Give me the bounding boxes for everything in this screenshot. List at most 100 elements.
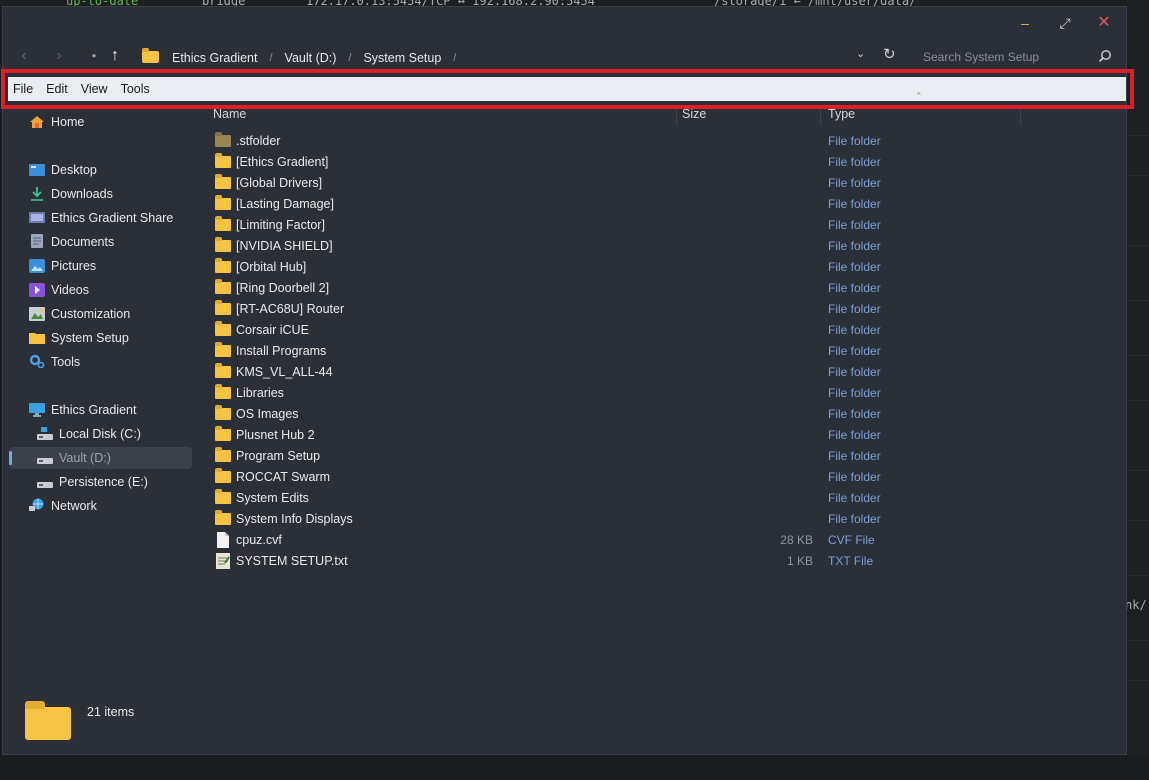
file-row[interactable]: [RT-AC68U] Router File folder: [208, 299, 1008, 320]
menu-view[interactable]: View: [76, 82, 113, 96]
folder-icon: [215, 195, 231, 210]
menu-tools[interactable]: Tools: [116, 82, 155, 96]
file-row[interactable]: .stfolder File folder: [208, 131, 1008, 152]
folder-icon: [215, 321, 231, 336]
drive-icon: [37, 458, 53, 464]
sidebar-item-videos[interactable]: Videos: [9, 279, 192, 301]
navigation-pane: Home Desktop Downloads Ethics Gradient S…: [3, 111, 199, 611]
sidebar-item-label: Documents: [51, 235, 115, 249]
sidebar-item-tools[interactable]: Tools: [9, 351, 192, 373]
recent-locations-button[interactable]: ●: [83, 45, 105, 67]
folder-icon: [142, 48, 159, 63]
folder-icon: [215, 216, 231, 231]
file-explorer-window: – ⤢ ✕ ‹ › ● ↑ Ethics Gradient / Vault (D…: [2, 6, 1127, 755]
file-type: File folder: [828, 218, 881, 232]
file-row[interactable]: [Ring Doorbell 2] File folder: [208, 278, 1008, 299]
file-row[interactable]: [Limiting Factor] File folder: [208, 215, 1008, 236]
breadcrumb: Ethics Gradient / Vault (D:) / System Se…: [168, 49, 464, 67]
maximize-button[interactable]: ⤢: [1055, 13, 1075, 33]
menu-file[interactable]: File: [8, 82, 38, 96]
sidebar-item-home[interactable]: Home: [9, 111, 192, 133]
file-row[interactable]: System Edits File folder: [208, 488, 1008, 509]
file-row[interactable]: Plusnet Hub 2 File folder: [208, 425, 1008, 446]
title-bar[interactable]: – ⤢ ✕: [3, 7, 1126, 39]
file-type: File folder: [828, 134, 881, 148]
file-type: File folder: [828, 512, 881, 526]
sidebar-item-this-pc[interactable]: Ethics Gradient: [9, 399, 192, 421]
computer-icon: [29, 403, 45, 417]
file-row[interactable]: ROCCAT Swarm File folder: [208, 467, 1008, 488]
gear-icon: [29, 354, 45, 368]
folder-icon: [215, 258, 231, 273]
file-row[interactable]: OS Images File folder: [208, 404, 1008, 425]
sidebar-item-network[interactable]: Network: [9, 495, 192, 517]
sidebar-item-persistence-e[interactable]: Persistence (E:): [9, 471, 192, 493]
desktop-icon: [29, 164, 45, 176]
file-type: File folder: [828, 386, 881, 400]
network-share-icon: [29, 212, 45, 223]
file-row[interactable]: [NVIDIA SHIELD] File folder: [208, 236, 1008, 257]
search-box: [917, 47, 1113, 67]
folder-icon: [215, 468, 231, 483]
address-history-dropdown[interactable]: ⌄: [856, 47, 865, 60]
minimize-button[interactable]: –: [1015, 13, 1035, 33]
sidebar-item-desktop[interactable]: Desktop: [9, 159, 192, 181]
breadcrumb-vault[interactable]: Vault (D:): [281, 51, 341, 65]
file-row[interactable]: [Ethics Gradient] File folder: [208, 152, 1008, 173]
file-name: SYSTEM SETUP.txt: [236, 554, 348, 568]
file-name: Install Programs: [236, 344, 327, 358]
file-type: File folder: [828, 302, 881, 316]
file-row[interactable]: cpuz.cvf 28 KB CVF File: [208, 530, 1008, 551]
folder-icon: [215, 237, 231, 252]
up-button[interactable]: ↑: [104, 45, 126, 67]
customization-icon: [29, 307, 45, 321]
column-header-name[interactable]: Name: [213, 107, 246, 121]
column-header-size[interactable]: Size: [682, 107, 706, 121]
sidebar-item-label: Pictures: [51, 259, 97, 273]
forward-button[interactable]: ›: [48, 45, 70, 67]
column-header-type[interactable]: Type: [828, 107, 855, 121]
breadcrumb-system-setup[interactable]: System Setup: [359, 51, 445, 65]
sidebar-item-vault-d[interactable]: Vault (D:): [9, 447, 192, 469]
sidebar-item-pictures[interactable]: Pictures: [9, 255, 192, 277]
file-row[interactable]: [Lasting Damage] File folder: [208, 194, 1008, 215]
back-button[interactable]: ‹: [13, 45, 35, 67]
search-icon[interactable]: [1098, 49, 1112, 63]
close-button[interactable]: ✕: [1094, 13, 1114, 33]
refresh-button[interactable]: ↻: [883, 45, 896, 63]
folder-icon: [215, 363, 231, 378]
breadcrumb-separator: /: [348, 52, 352, 64]
file-row[interactable]: [Global Drivers] File folder: [208, 173, 1008, 194]
sidebar-item-ethics-gradient-share[interactable]: Ethics Gradient Share: [9, 207, 192, 229]
file-type: File folder: [828, 470, 881, 484]
file-type: File folder: [828, 176, 881, 190]
file-row[interactable]: Libraries File folder: [208, 383, 1008, 404]
sidebar-item-local-disk-c[interactable]: Local Disk (C:): [9, 423, 192, 445]
folder-icon: [215, 447, 231, 462]
file-row[interactable]: [Orbital Hub] File folder: [208, 257, 1008, 278]
sidebar-item-system-setup[interactable]: System Setup: [9, 327, 192, 349]
drive-icon: [37, 427, 53, 440]
file-row[interactable]: Program Setup File folder: [208, 446, 1008, 467]
sidebar-item-label: Persistence (E:): [59, 475, 148, 489]
file-row[interactable]: System Info Displays File folder: [208, 509, 1008, 530]
collapse-caret-icon[interactable]: ⌃: [915, 91, 923, 102]
file-row[interactable]: Corsair iCUE File folder: [208, 320, 1008, 341]
file-row[interactable]: SYSTEM SETUP.txt 1 KB TXT File: [208, 551, 1008, 572]
file-row[interactable]: KMS_VL_ALL-44 File folder: [208, 362, 1008, 383]
file-name: [Lasting Damage]: [236, 197, 334, 211]
sidebar-item-customization[interactable]: Customization: [9, 303, 192, 325]
menu-edit[interactable]: Edit: [41, 82, 73, 96]
breadcrumb-ethics-gradient[interactable]: Ethics Gradient: [168, 51, 261, 65]
folder-icon: [215, 153, 231, 168]
search-input[interactable]: [917, 47, 1099, 67]
file-name: System Edits: [236, 491, 309, 505]
sidebar-item-downloads[interactable]: Downloads: [9, 183, 192, 205]
drive-icon: [37, 482, 53, 488]
file-row[interactable]: Install Programs File folder: [208, 341, 1008, 362]
sidebar-item-documents[interactable]: Documents: [9, 231, 192, 253]
file-type: File folder: [828, 197, 881, 211]
file-name: Plusnet Hub 2: [236, 428, 315, 442]
file-name: [Ring Doorbell 2]: [236, 281, 330, 295]
file-name: cpuz.cvf: [236, 533, 282, 547]
